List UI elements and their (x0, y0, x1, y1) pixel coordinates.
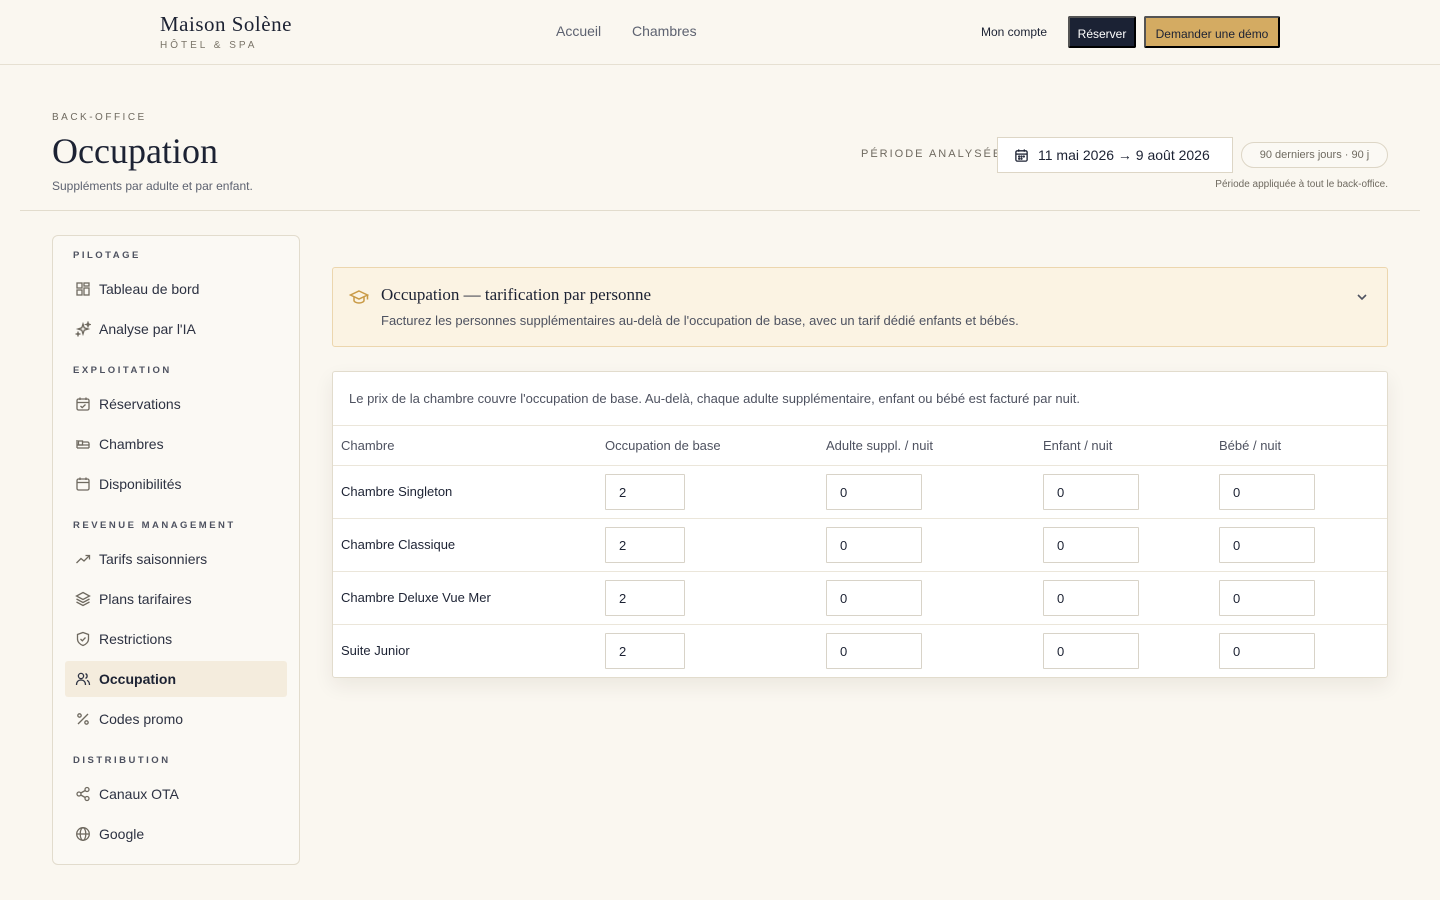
table-header-row: Chambre Occupation de base Adulte suppl.… (333, 425, 1387, 466)
column-header-child: Enfant / nuit (1043, 438, 1113, 453)
sidebar-item-reservations[interactable]: Réservations (65, 386, 287, 422)
sidebar-item-label: Chambres (99, 436, 164, 452)
period-label: PÉRIODE ANALYSÉE (861, 148, 1003, 160)
brand-logo[interactable]: Maison Solène HÔTEL & SPA (160, 12, 292, 51)
sidebar-item-label: Occupation (99, 671, 177, 687)
sidebar-item-label: Tarifs saisonniers (99, 551, 208, 567)
extra-adult-price-input[interactable] (826, 527, 922, 563)
sidebar-item-availability[interactable]: Disponibilités (65, 466, 287, 502)
my-account-button[interactable]: Mon compte (970, 16, 1058, 48)
sidebar-item-promo-codes[interactable]: Codes promo (65, 701, 287, 737)
page-subtitle: Suppléments par adulte et par enfant. (52, 179, 253, 193)
sidebar-item-label: Disponibilités (99, 476, 182, 492)
extra-adult-price-input[interactable] (826, 474, 922, 510)
child-price-input[interactable] (1043, 580, 1139, 616)
chevron-down-icon[interactable] (1355, 290, 1369, 304)
sidebar-item-label: Analyse par l'IA (99, 321, 196, 337)
sidebar-item-rooms[interactable]: Chambres (65, 426, 287, 462)
period-preset-badge[interactable]: 90 derniers jours · 90 j (1241, 142, 1388, 168)
sidebar-item-label: Google (99, 826, 145, 842)
table-row: Chambre Singleton (333, 466, 1387, 519)
globe-icon (76, 827, 90, 841)
sidebar-item-label: Codes promo (99, 711, 184, 727)
sidebar-section-revenue: REVENUE MANAGEMENT (73, 520, 236, 531)
extra-adult-price-input[interactable] (826, 633, 922, 669)
room-name: Chambre Classique (341, 537, 456, 552)
base-occupancy-input[interactable] (605, 633, 685, 669)
users-icon (75, 672, 91, 686)
sidebar-section-pilotage: PILOTAGE (73, 250, 141, 261)
sidebar-item-label: Réservations (99, 396, 181, 412)
request-demo-button[interactable]: Demander une démo (1144, 16, 1280, 48)
sidebar: PILOTAGE Tableau de bord Analyse par l'I… (52, 235, 300, 865)
base-occupancy-input[interactable] (605, 580, 685, 616)
child-price-input[interactable] (1043, 633, 1139, 669)
sidebar-item-google[interactable]: Google (65, 816, 287, 852)
period-date-picker[interactable]: 11 mai 2026 → 9 août 2026 (997, 137, 1233, 173)
room-name: Chambre Deluxe Vue Mer (341, 590, 491, 605)
calendar-check-icon (76, 397, 90, 411)
top-navbar: Maison Solène HÔTEL & SPA Accueil Chambr… (0, 0, 1440, 65)
nav-rooms-link[interactable]: Chambres (632, 23, 697, 39)
occupation-table-card: Le prix de la chambre couvre l'occupatio… (332, 371, 1388, 678)
graduation-cap-icon (349, 290, 369, 304)
sidebar-item-dashboard[interactable]: Tableau de bord (65, 271, 287, 307)
page-eyebrow: BACK-OFFICE (52, 112, 147, 123)
period-range: 11 mai 2026 → 9 août 2026 (1038, 147, 1210, 163)
sidebar-item-label: Restrictions (99, 631, 173, 647)
column-header-base-occupancy: Occupation de base (605, 438, 721, 453)
table-row: Chambre Deluxe Vue Mer (333, 572, 1387, 625)
column-header-room: Chambre (341, 438, 395, 453)
sidebar-item-label: Canaux OTA (99, 786, 179, 802)
occupation-info-panel[interactable]: Occupation — tarification par personne F… (332, 267, 1388, 347)
table-row: Chambre Classique (333, 519, 1387, 572)
extra-adult-price-input[interactable] (826, 580, 922, 616)
dashboard-icon (76, 282, 90, 296)
trending-up-icon (76, 554, 91, 564)
table-intro-text: Le prix de la chambre couvre l'occupatio… (349, 391, 1080, 406)
shield-icon (76, 631, 90, 647)
period-note: Période appliquée à tout le back-office. (1215, 179, 1388, 190)
base-occupancy-input[interactable] (605, 474, 685, 510)
baby-price-input[interactable] (1219, 474, 1315, 510)
brand-subtitle: HÔTEL & SPA (160, 40, 258, 51)
info-panel-title: Occupation — tarification par personne (381, 285, 652, 304)
column-header-extra-adult: Adulte suppl. / nuit (826, 438, 933, 453)
sidebar-item-rate-plans[interactable]: Plans tarifaires (65, 581, 287, 617)
info-panel-description: Facturez les personnes supplémentaires a… (381, 313, 1019, 328)
sidebar-section-exploitation: EXPLOITATION (73, 365, 172, 376)
sidebar-item-label: Plans tarifaires (99, 591, 192, 607)
percent-icon (77, 713, 89, 725)
table-row: Suite Junior (333, 625, 1387, 678)
sidebar-item-seasonal-rates[interactable]: Tarifs saisonniers (65, 541, 287, 577)
baby-price-input[interactable] (1219, 633, 1315, 669)
page-title: Occupation (52, 131, 218, 171)
baby-price-input[interactable] (1219, 527, 1315, 563)
header-divider (20, 210, 1420, 211)
share-icon (76, 786, 90, 802)
brand-name: Maison Solène (160, 12, 292, 36)
room-name: Chambre Singleton (341, 484, 453, 499)
sidebar-item-occupation[interactable]: Occupation (65, 661, 287, 697)
child-price-input[interactable] (1043, 474, 1139, 510)
calendar-icon (76, 477, 90, 491)
sidebar-item-label: Tableau de bord (99, 281, 200, 297)
sidebar-item-ota-channels[interactable]: Canaux OTA (65, 776, 287, 812)
base-occupancy-input[interactable] (605, 527, 685, 563)
baby-price-input[interactable] (1219, 580, 1315, 616)
sidebar-item-restrictions[interactable]: Restrictions (65, 621, 287, 657)
reserve-button[interactable]: Réserver (1068, 16, 1136, 48)
sidebar-section-distribution: DISTRIBUTION (73, 755, 171, 766)
sidebar-item-ai-analysis[interactable]: Analyse par l'IA (65, 311, 287, 347)
column-header-baby: Bébé / nuit (1219, 438, 1282, 453)
room-name: Suite Junior (341, 643, 410, 658)
sparkles-icon (75, 321, 91, 337)
layers-icon (75, 591, 91, 607)
child-price-input[interactable] (1043, 527, 1139, 563)
bed-icon (76, 440, 90, 449)
calendar-icon (1015, 148, 1028, 162)
nav-home-link[interactable]: Accueil (556, 23, 601, 39)
